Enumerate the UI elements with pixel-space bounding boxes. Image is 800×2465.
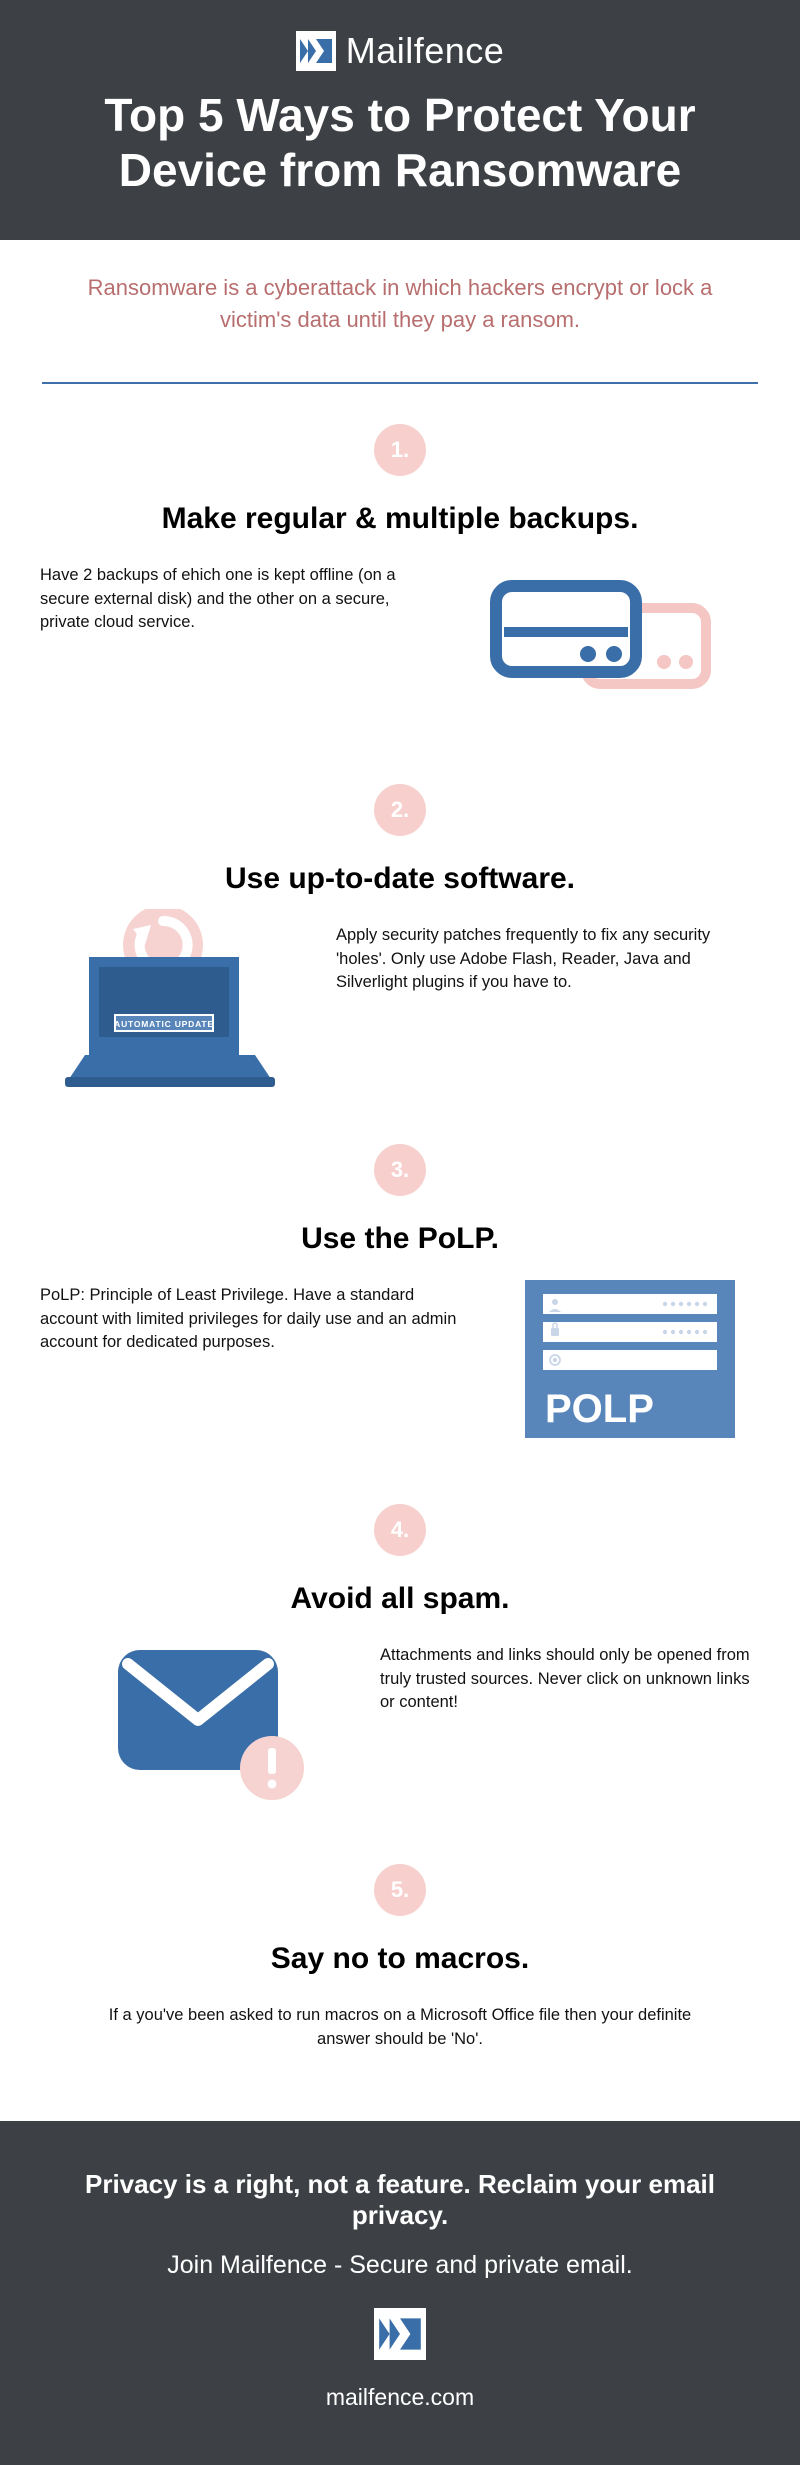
mailfence-logo-icon — [296, 31, 336, 71]
logo-row: Mailfence — [296, 30, 505, 72]
section-title-5: Say no to macros. — [40, 1942, 760, 1976]
polp-panel-icon: POLP — [500, 1284, 760, 1434]
page-title: Top 5 Ways to Protect Your Device from R… — [40, 88, 760, 198]
section-title-3: Use the PoLP. — [40, 1222, 760, 1256]
section-body-4: Attachments and links should only be ope… — [40, 1644, 760, 1794]
automatic-update-label: AUTOMATIC UPDATE — [114, 1019, 214, 1029]
polp-label: POLP — [545, 1387, 654, 1431]
footer-site: mailfence.com — [40, 2384, 760, 2411]
number-badge-1: 1. — [374, 424, 426, 476]
section-title-1: Make regular & multiple backups. — [40, 502, 760, 536]
section-title-2: Use up-to-date software. — [40, 862, 760, 896]
section-5: 5. Say no to macros. If a you've been as… — [0, 1864, 800, 2121]
intro-text: Ransomware is a cyberattack in which hac… — [0, 240, 800, 368]
section-title-4: Avoid all spam. — [40, 1582, 760, 1616]
spam-envelope-icon — [84, 1644, 344, 1794]
section-text-3: PoLP: Principle of Least Privilege. Have… — [40, 1284, 464, 1354]
section-4: 4. Avoid all spam. Attachments and links… — [0, 1504, 800, 1864]
section-3: 3. Use the PoLP. PoLP: Principle of Leas… — [0, 1144, 800, 1504]
section-1: 1. Make regular & multiple backups. Have… — [0, 424, 800, 784]
divider — [42, 382, 758, 384]
section-text-5: If a you've been asked to run macros on … — [40, 2004, 760, 2051]
number-badge-4: 4. — [374, 1504, 426, 1556]
number-badge-5: 5. — [374, 1864, 426, 1916]
section-body-2: Apply security patches frequently to fix… — [40, 924, 760, 1074]
backup-drives-icon — [466, 564, 726, 714]
section-text-4: Attachments and links should only be ope… — [380, 1644, 760, 1714]
section-body-3: PoLP: Principle of Least Privilege. Have… — [40, 1284, 760, 1434]
brand-name: Mailfence — [346, 30, 505, 72]
footer-line-2: Join Mailfence - Secure and private emai… — [40, 2251, 760, 2280]
section-text-1: Have 2 backups of ehich one is kept offl… — [40, 564, 430, 634]
section-body-1: Have 2 backups of ehich one is kept offl… — [40, 564, 760, 714]
header: Mailfence Top 5 Ways to Protect Your Dev… — [0, 0, 800, 240]
laptop-update-icon: AUTOMATIC UPDATE — [40, 924, 300, 1074]
footer-line-1: Privacy is a right, not a feature. Recla… — [40, 2169, 760, 2231]
number-badge-3: 3. — [374, 1144, 426, 1196]
number-badge-2: 2. — [374, 784, 426, 836]
section-2: 2. Use up-to-date software. Apply securi… — [0, 784, 800, 1144]
section-text-2: Apply security patches frequently to fix… — [336, 924, 760, 994]
footer: Privacy is a right, not a feature. Recla… — [0, 2121, 800, 2465]
mailfence-footer-logo-icon — [374, 2308, 426, 2360]
